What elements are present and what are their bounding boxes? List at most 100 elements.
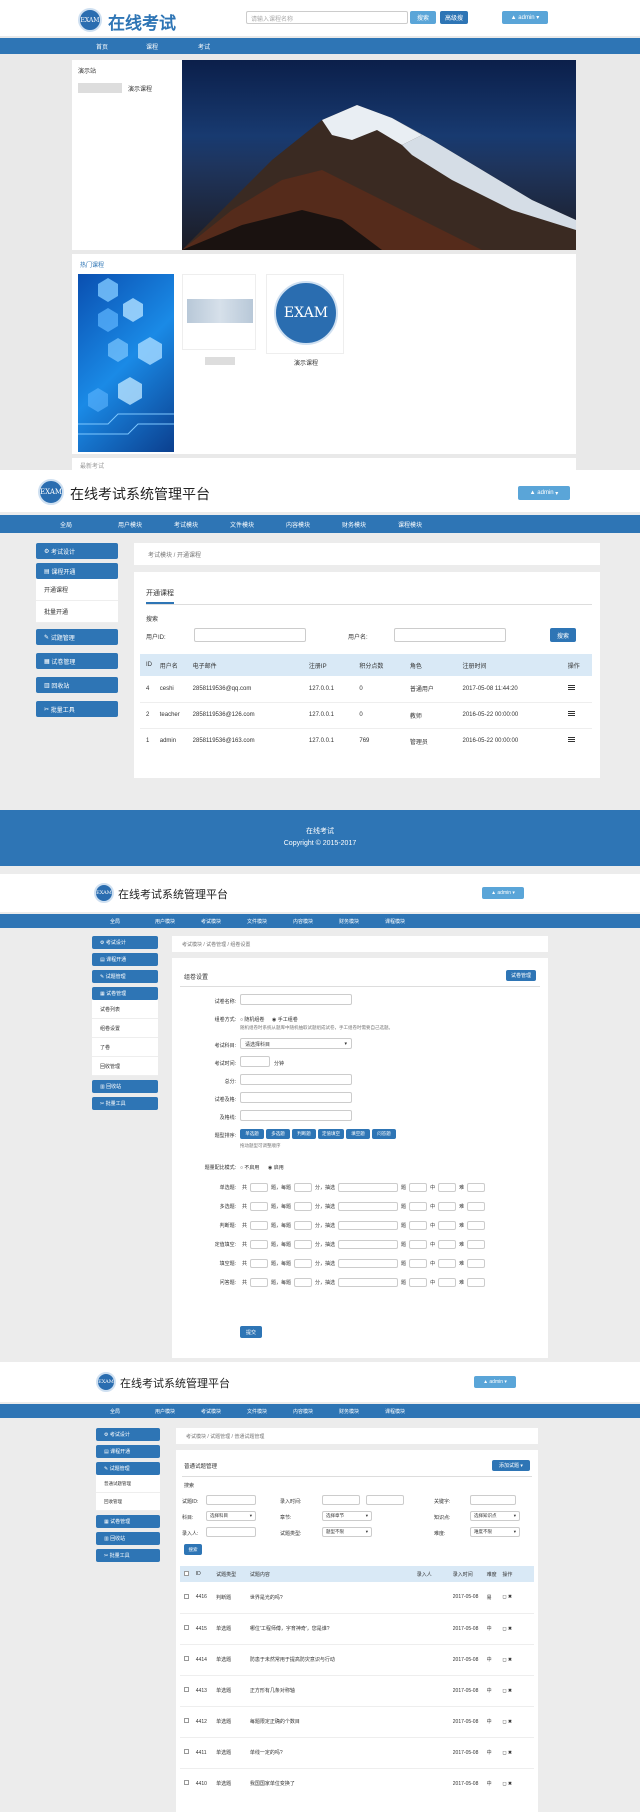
- easy-input[interactable]: [409, 1240, 428, 1249]
- subject-select[interactable]: 请选择科目 ▾: [240, 1038, 352, 1049]
- admin-nav-file[interactable]: 文件模块: [214, 520, 270, 529]
- user-id-input[interactable]: [194, 628, 306, 642]
- mid-input[interactable]: [438, 1221, 457, 1230]
- exam-course-caption[interactable]: 演示课程: [294, 358, 318, 367]
- admin-nav-exam[interactable]: 考试模块: [158, 520, 214, 529]
- admin-nav-finance[interactable]: 财务模块: [326, 918, 372, 925]
- mid-input[interactable]: [438, 1278, 457, 1287]
- sidebar-question-manage[interactable]: ✎ 试题管理: [92, 970, 158, 983]
- delete-icon[interactable]: ✖: [508, 1719, 512, 1725]
- mode-radio-manual[interactable]: ◉ 手工组卷: [272, 1016, 298, 1023]
- score-radio-off[interactable]: ○ 不启用: [240, 1164, 259, 1171]
- sidebar-paper-list[interactable]: 试卷列表: [92, 1000, 158, 1019]
- row-checkbox[interactable]: [184, 1749, 189, 1754]
- admin-nav-exam[interactable]: 考试模块: [188, 918, 234, 925]
- tab-paper-settings[interactable]: 组卷设置: [184, 972, 208, 981]
- mid-input[interactable]: [438, 1259, 457, 1268]
- course-card-exam[interactable]: EXAM: [266, 274, 344, 354]
- list-icon[interactable]: [567, 737, 575, 744]
- count-input[interactable]: [250, 1259, 269, 1268]
- tab-open-course[interactable]: 开通课程: [146, 588, 174, 604]
- sidebar-normal-question[interactable]: 普通试题管理: [96, 1475, 160, 1493]
- row-checkbox[interactable]: [184, 1656, 189, 1661]
- row-checkbox[interactable]: [184, 1687, 189, 1692]
- pass-input[interactable]: [240, 1092, 352, 1103]
- sidebar-question-manage[interactable]: ✎ 试题管理: [96, 1462, 160, 1475]
- score-input[interactable]: [294, 1202, 313, 1211]
- hard-input[interactable]: [467, 1221, 486, 1230]
- sidebar-recycle[interactable]: ▥ 回收站: [92, 1080, 158, 1093]
- type-select[interactable]: 题型不限 ▾: [322, 1527, 372, 1537]
- sidebar-open-course[interactable]: 开通课程: [36, 579, 118, 601]
- keyword-input[interactable]: [470, 1495, 516, 1505]
- pass-line-input[interactable]: [240, 1110, 352, 1121]
- sidebar-batch-open[interactable]: 批量开通: [36, 601, 118, 623]
- type-chip-fill[interactable]: 填空题: [346, 1129, 370, 1139]
- exam-time-input[interactable]: [240, 1056, 270, 1067]
- sidebar-course-link[interactable]: 演示课程: [128, 84, 152, 93]
- admin-nav-course[interactable]: 课程模块: [382, 520, 438, 529]
- list-icon[interactable]: [567, 684, 575, 691]
- sidebar-batch-tools[interactable]: ✂ 批量工具: [96, 1549, 160, 1562]
- score-input[interactable]: [294, 1278, 313, 1287]
- edit-icon[interactable]: ◻: [502, 1750, 506, 1756]
- advanced-search-button[interactable]: 高级搜: [440, 11, 468, 24]
- count-input[interactable]: [250, 1221, 269, 1230]
- admin-nav-file[interactable]: 文件模块: [234, 918, 280, 925]
- type-chip-single[interactable]: 单选题: [240, 1129, 264, 1139]
- type-chip-essay[interactable]: 问答题: [372, 1129, 396, 1139]
- easy-input[interactable]: [409, 1221, 428, 1230]
- easy-input[interactable]: [409, 1278, 428, 1287]
- admin-nav-content[interactable]: 内容模块: [280, 1408, 326, 1415]
- nav-course[interactable]: 课程: [126, 42, 178, 51]
- edit-icon[interactable]: ◻: [502, 1719, 506, 1725]
- chapter-select[interactable]: 选择章节 ▾: [322, 1511, 372, 1521]
- pick-input[interactable]: [338, 1278, 399, 1287]
- delete-icon[interactable]: ✖: [508, 1750, 512, 1756]
- user-menu-button[interactable]: ▲ admin ▾: [502, 11, 548, 24]
- list-icon[interactable]: [567, 711, 575, 717]
- row-checkbox[interactable]: [184, 1718, 189, 1723]
- type-chip-multi[interactable]: 多选题: [266, 1129, 290, 1139]
- sidebar-recycle[interactable]: ▥ 回收站: [96, 1532, 160, 1545]
- admin-nav-finance[interactable]: 财务模块: [326, 1408, 372, 1415]
- level-select[interactable]: 难度不限 ▾: [470, 1527, 520, 1537]
- time-start-input[interactable]: [322, 1495, 360, 1505]
- admin-nav-global[interactable]: 全局: [88, 918, 142, 925]
- sidebar-course-open[interactable]: ▤ 课程开通: [96, 1445, 160, 1458]
- score-input[interactable]: [294, 1240, 313, 1249]
- count-input[interactable]: [250, 1240, 269, 1249]
- sidebar-paper-settings[interactable]: 组卷设置: [92, 1019, 158, 1038]
- open-course-search-button[interactable]: 搜索: [550, 628, 576, 642]
- admin-nav-course[interactable]: 课程模块: [372, 1408, 418, 1415]
- sidebar-batch-tools[interactable]: ✂ 批量工具: [92, 1097, 158, 1110]
- sidebar-recycle-manage[interactable]: 回收管理: [92, 1057, 158, 1076]
- row-checkbox[interactable]: [184, 1625, 189, 1630]
- pick-input[interactable]: [338, 1240, 399, 1249]
- question-id-input[interactable]: [206, 1495, 256, 1505]
- admin-nav-content[interactable]: 内容模块: [270, 520, 326, 529]
- mode-radio-random[interactable]: ○ 随机组卷: [240, 1016, 264, 1023]
- sidebar-exam-design[interactable]: ⚙ 考试设计: [92, 936, 158, 949]
- admin-nav-user[interactable]: 用户模块: [142, 1408, 188, 1415]
- admin-user-button[interactable]: ▲ admin ▾: [518, 486, 570, 500]
- admin-nav-file[interactable]: 文件模块: [234, 1408, 280, 1415]
- nav-home[interactable]: 首页: [78, 42, 126, 51]
- sidebar-exam-design[interactable]: ⚙ 考试设计: [36, 543, 118, 559]
- username-input[interactable]: [394, 628, 506, 642]
- admin-nav-user[interactable]: 用户模块: [102, 520, 158, 529]
- easy-input[interactable]: [409, 1202, 428, 1211]
- edit-icon[interactable]: ◻: [502, 1657, 506, 1663]
- admin-user-button[interactable]: ▲ admin ▾: [474, 1376, 516, 1388]
- hard-input[interactable]: [467, 1183, 486, 1192]
- mid-input[interactable]: [438, 1183, 457, 1192]
- subject-select[interactable]: 选择科目 ▾: [206, 1511, 256, 1521]
- pick-input[interactable]: [338, 1259, 399, 1268]
- hard-input[interactable]: [467, 1278, 486, 1287]
- score-radio-on[interactable]: ◉ 启用: [268, 1164, 284, 1171]
- search-button[interactable]: 搜索: [410, 11, 436, 24]
- admin-user-button[interactable]: ▲ admin ▾: [482, 887, 524, 899]
- paper-submit-button[interactable]: 提交: [240, 1326, 262, 1338]
- sidebar-question-item[interactable]: 回收管理: [96, 1493, 160, 1511]
- sidebar-course-open[interactable]: ▤ 课程开通: [92, 953, 158, 966]
